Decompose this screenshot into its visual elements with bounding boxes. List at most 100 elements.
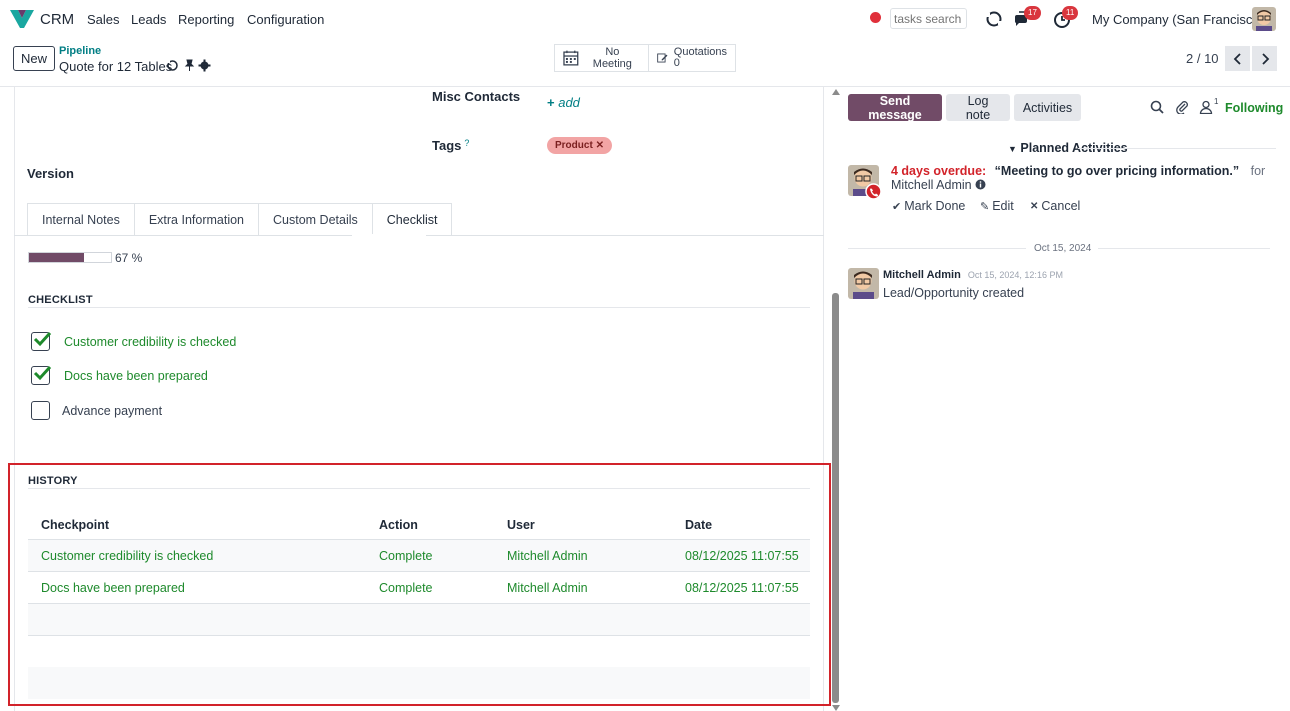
- tags-label: Tags?: [432, 138, 469, 153]
- meeting-smart-button[interactable]: No Meeting: [554, 44, 649, 72]
- control-panel: New Pipeline Quote for 12 Tables No Meet…: [0, 38, 1290, 87]
- checklist-item[interactable]: Customer credibility is checked: [31, 331, 237, 351]
- scroll-up-arrow-icon[interactable]: [832, 89, 840, 95]
- progress-fill: [29, 253, 84, 262]
- top-navbar: CRM Sales Leads Reporting Configuration …: [0, 0, 1290, 38]
- notebook-tabs: Internal Notes Extra Information Custom …: [27, 203, 453, 236]
- new-button[interactable]: New: [13, 46, 55, 71]
- checklist-item-label: Advance payment: [62, 403, 163, 418]
- record-title: Quote for 12 Tables: [59, 59, 173, 74]
- calendar-icon: [563, 50, 579, 66]
- check-icon: [33, 331, 52, 347]
- close-icon: ✕: [1030, 200, 1039, 212]
- menu-sales[interactable]: Sales: [87, 12, 120, 27]
- message-body: Lead/Opportunity created: [883, 286, 1025, 300]
- chatter-panel: Send message Log note Activities 1 Follo…: [840, 87, 1290, 711]
- menu-reporting[interactable]: Reporting: [178, 12, 234, 27]
- activity-summary: “Meeting to go over pricing information.…: [994, 164, 1240, 178]
- tab-internal-notes[interactable]: Internal Notes: [27, 203, 134, 236]
- tags-help-tooltip[interactable]: ?: [464, 138, 469, 148]
- company-switcher[interactable]: My Company (San Francisco): [1092, 12, 1264, 27]
- scroll-down-arrow-icon[interactable]: [832, 705, 840, 711]
- followers-icon[interactable]: [1199, 100, 1213, 114]
- edit-label: Edit: [992, 199, 1014, 213]
- messages-badge: 17: [1024, 6, 1041, 20]
- menu-configuration[interactable]: Configuration: [247, 12, 324, 27]
- user-avatar[interactable]: [1252, 7, 1276, 31]
- pager-next-button[interactable]: [1252, 46, 1277, 71]
- form-scrollbar[interactable]: [832, 293, 839, 703]
- mark-done-button[interactable]: ✔ Mark Done: [892, 199, 965, 213]
- crm-logo-icon[interactable]: [10, 10, 34, 28]
- check-icon: [33, 365, 52, 381]
- misc-contacts-label: Misc Contacts: [432, 89, 521, 104]
- breadcrumb-pipeline[interactable]: Pipeline: [59, 45, 101, 57]
- edit-document-icon: [657, 53, 668, 63]
- add-label: add: [558, 95, 580, 110]
- overdue-label: 4 days overdue:: [891, 164, 987, 178]
- mark-done-label: Mark Done: [904, 199, 966, 213]
- checklist-item[interactable]: Advance payment: [31, 401, 162, 420]
- pin-icon[interactable]: [183, 59, 196, 72]
- paperclip-icon[interactable]: [1175, 100, 1189, 114]
- recording-indicator[interactable]: [870, 12, 881, 23]
- send-message-button[interactable]: Send message: [848, 94, 942, 122]
- quotations-label: Quotations: [673, 46, 727, 58]
- checkbox-checked[interactable]: [31, 365, 52, 385]
- edit-activity-button[interactable]: ✎ Edit: [980, 199, 1014, 213]
- quotations-smart-button[interactable]: Quotations 0: [648, 44, 736, 72]
- sync-icon[interactable]: [984, 9, 1004, 29]
- meeting-label: No Meeting: [592, 46, 632, 70]
- activity-for: for: [1250, 164, 1266, 178]
- activities-button[interactable]: Activities: [1014, 94, 1081, 121]
- cancel-label: Cancel: [1041, 199, 1081, 213]
- tab-checklist[interactable]: Checklist: [371, 203, 453, 236]
- version-label: Version: [27, 166, 74, 181]
- caret-down-icon: ▼: [1008, 144, 1017, 154]
- log-note-button[interactable]: Log note: [946, 94, 1010, 122]
- refresh-icon[interactable]: [166, 59, 179, 72]
- menu-leads[interactable]: Leads: [131, 12, 166, 27]
- checklist-item-label: Docs have been prepared: [64, 368, 208, 383]
- pager-value[interactable]: 2 / 10: [1186, 51, 1219, 66]
- checkbox-unchecked[interactable]: [31, 401, 50, 420]
- message-author[interactable]: Mitchell Admin: [883, 269, 961, 281]
- info-icon[interactable]: [975, 179, 986, 190]
- app-name[interactable]: CRM: [40, 11, 74, 28]
- tab-custom-details[interactable]: Custom Details: [258, 203, 372, 236]
- message-avatar[interactable]: [848, 268, 879, 299]
- checkbox-checked[interactable]: [31, 331, 52, 351]
- following-button[interactable]: Following: [1225, 101, 1283, 115]
- checklist-item[interactable]: Docs have been prepared: [31, 365, 208, 385]
- activity-line: 4 days overdue: “Meeting to go over pric…: [891, 164, 1265, 178]
- checklist-item-label: Customer credibility is checked: [64, 334, 237, 349]
- assignee-name[interactable]: Mitchell Admin: [891, 178, 972, 192]
- chevron-right-icon: [1261, 52, 1269, 65]
- pencil-icon: ✎: [980, 200, 990, 213]
- progress-percent: 67 %: [115, 251, 143, 265]
- date-separator: Oct 15, 2024: [1034, 243, 1092, 254]
- add-misc-contact-link[interactable]: + add: [547, 95, 580, 110]
- message-date: Oct 15, 2024, 12:16 PM: [967, 270, 1063, 280]
- activities-badge: 11: [1062, 6, 1079, 20]
- planned-divider: [1078, 148, 1276, 149]
- gear-icon[interactable]: [198, 59, 211, 72]
- quotations-count: 0: [673, 57, 680, 69]
- search-icon[interactable]: [1150, 100, 1164, 114]
- date-separator-line: [1098, 248, 1270, 249]
- tab-extra-information[interactable]: Extra Information: [133, 203, 259, 236]
- tags-label-text: Tags: [432, 138, 462, 153]
- tasks-search-input[interactable]: [890, 8, 967, 29]
- phone-activity-icon: [865, 183, 882, 200]
- checklist-progress-bar: [28, 252, 112, 263]
- cancel-activity-button[interactable]: ✕ Cancel: [1030, 199, 1080, 213]
- pager-previous-button[interactable]: [1225, 46, 1250, 71]
- checklist-divider: [28, 307, 810, 308]
- activity-assignee: Mitchell Admin: [891, 178, 986, 192]
- check-icon: ✔: [892, 200, 902, 213]
- message-header: Mitchell Admin Oct 15, 2024, 12:16 PM: [883, 269, 1063, 281]
- history-highlight-box: [8, 463, 831, 706]
- date-separator-line: [848, 248, 1026, 249]
- tag-remove-icon[interactable]: ✕: [596, 140, 604, 151]
- follower-count: 1: [1214, 97, 1219, 106]
